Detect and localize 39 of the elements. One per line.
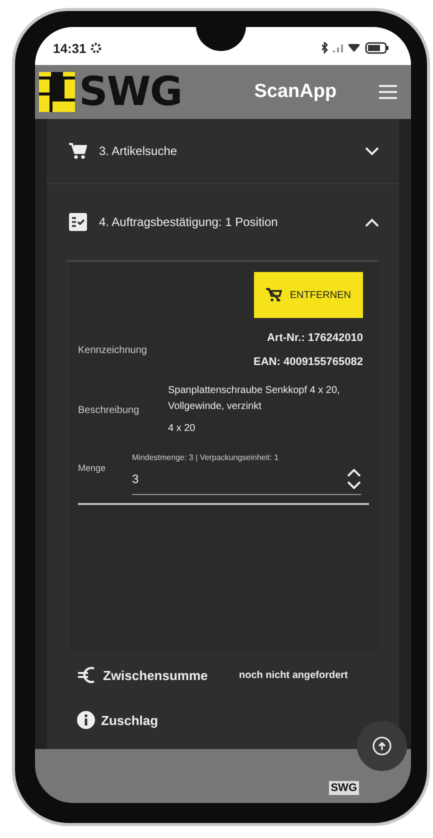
quantity-hint: Mindestmenge: 3 | Verpackungseinheit: 1 — [132, 453, 280, 462]
gear-icon — [90, 42, 102, 54]
field-value: Spanplattenschraube Senkkopf 4 x 20, Vollgewinde, verzinkt — [168, 384, 341, 414]
logo-icon — [39, 72, 75, 112]
signal-icon — [333, 44, 343, 52]
section-title: 4. Auftragsbestätigung: 1 Position — [99, 215, 279, 229]
scroll-top-button[interactable] — [357, 721, 407, 771]
info-icon — [77, 711, 95, 729]
field-value: Art-Nr.: 176242010 — [266, 331, 363, 346]
summary-label: Zuschlag — [101, 712, 160, 728]
wifi-icon — [348, 44, 360, 52]
quantity-input[interactable]: 3 — [132, 472, 192, 486]
checklist-icon — [69, 213, 87, 231]
battery-icon — [365, 42, 389, 54]
chevron-up-icon[interactable] — [347, 468, 361, 478]
chevron-up-icon[interactable] — [365, 218, 379, 226]
app-title: ScanApp — [253, 81, 338, 103]
field-label: Kennzeichnung — [78, 345, 148, 356]
cart-icon — [69, 143, 87, 159]
accordion-header[interactable]: 4. Auftragsbestätigung: 1 Position — [47, 184, 399, 260]
footer-brand: SWG — [328, 781, 359, 795]
arrow-up-icon — [372, 736, 392, 756]
menu-icon[interactable] — [379, 85, 397, 99]
status-time: 14:31 — [53, 40, 86, 56]
section-title: 3. Artikelsuche — [99, 144, 178, 158]
quantity-label: Menge — [78, 463, 107, 474]
accordion-header[interactable]: 3. Artikelsuche — [47, 119, 399, 184]
summary-label: Zwischensumme — [103, 668, 209, 682]
field-label: Beschreibung — [78, 404, 140, 416]
bluetooth-icon — [321, 42, 328, 54]
field-value: EAN: 4009155765082 — [254, 354, 363, 370]
chevron-down-icon[interactable] — [347, 481, 361, 490]
cart-off-icon — [266, 288, 282, 302]
chevron-down-icon[interactable] — [365, 146, 379, 156]
field-value: 4 x 20 — [168, 422, 196, 436]
euro-icon — [77, 665, 97, 685]
logo-text: SWG — [79, 69, 182, 115]
summary-value: noch nicht angefordert — [239, 670, 348, 680]
remove-button[interactable]: ENTFERNEN — [254, 272, 363, 318]
